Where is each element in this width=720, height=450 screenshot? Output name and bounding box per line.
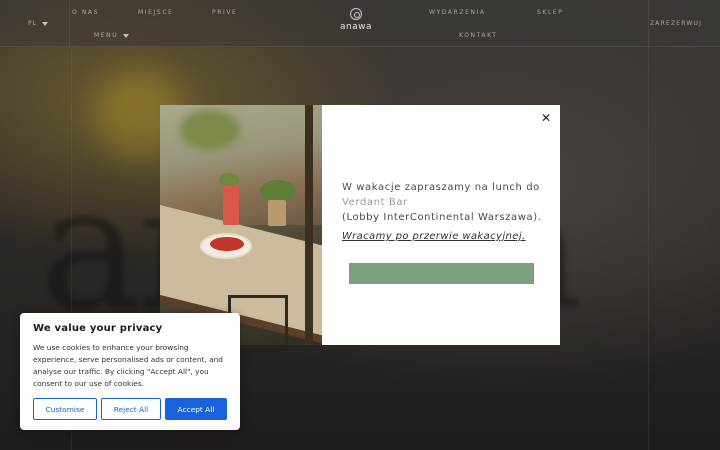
nav-link-kontakt[interactable]: KONTAKT (459, 32, 497, 39)
modal-back-note: Wracamy po przerwie wakacyjnej. (342, 231, 526, 242)
grid-line (648, 47, 649, 450)
cookie-banner: We value your privacy We use cookies to … (20, 313, 240, 430)
nav-link-wydarzenia[interactable]: WYDARZENIA (429, 9, 486, 16)
reserve-link[interactable]: ZAREZERWUJ (650, 20, 702, 27)
photo-plant (260, 180, 296, 202)
reject-all-button[interactable]: Reject All (101, 398, 161, 420)
site-logo[interactable]: anawa (336, 8, 376, 32)
modal-action-button[interactable] (349, 263, 534, 284)
nav-link-prive[interactable]: PRIVE (212, 9, 237, 16)
cookie-title: We value your privacy (33, 323, 163, 334)
modal-body: ✕ W wakacje zapraszamy na lunch do Verda… (322, 105, 560, 345)
menu-label: MENU (94, 32, 119, 39)
photo-glass (223, 185, 239, 225)
close-icon[interactable]: ✕ (541, 112, 551, 124)
promo-modal: ✕ W wakacje zapraszamy na lunch do Verda… (160, 105, 560, 345)
modal-photo (160, 105, 322, 345)
verdant-bar-link[interactable]: Verdant Bar (342, 195, 542, 210)
cookie-text: We use cookies to enhance your browsing … (33, 343, 224, 388)
modal-line-1: W wakacje zapraszamy na lunch do (342, 182, 540, 193)
photo-pole (305, 105, 313, 345)
modal-line-3: (Lobby InterContinental Warszawa). (342, 212, 542, 223)
nav-link-sklep[interactable]: SKLEP (537, 9, 564, 16)
chevron-down-icon (123, 33, 130, 38)
photo-food (210, 237, 244, 251)
nav-menu-dropdown[interactable]: MENU (94, 32, 130, 39)
language-label: PL (28, 20, 37, 27)
photo-pot (268, 200, 286, 226)
accept-all-button[interactable]: Accept All (165, 398, 227, 420)
site-header: PL O NAS MIEJSCE PRIVE MENU anawa WYDARZ… (0, 0, 720, 47)
language-switcher[interactable]: PL (28, 20, 48, 27)
cookie-buttons: Customise Reject All Accept All (33, 398, 227, 420)
modal-message: W wakacje zapraszamy na lunch do Verdant… (342, 180, 542, 225)
customise-button[interactable]: Customise (33, 398, 97, 420)
logo-text: anawa (339, 22, 373, 32)
nav-link-o-nas[interactable]: O NAS (72, 9, 99, 16)
chevron-down-icon (41, 21, 48, 26)
photo-tree (180, 110, 240, 150)
logo-icon (350, 8, 362, 20)
nav-link-miejsce[interactable]: MIEJSCE (138, 9, 174, 16)
